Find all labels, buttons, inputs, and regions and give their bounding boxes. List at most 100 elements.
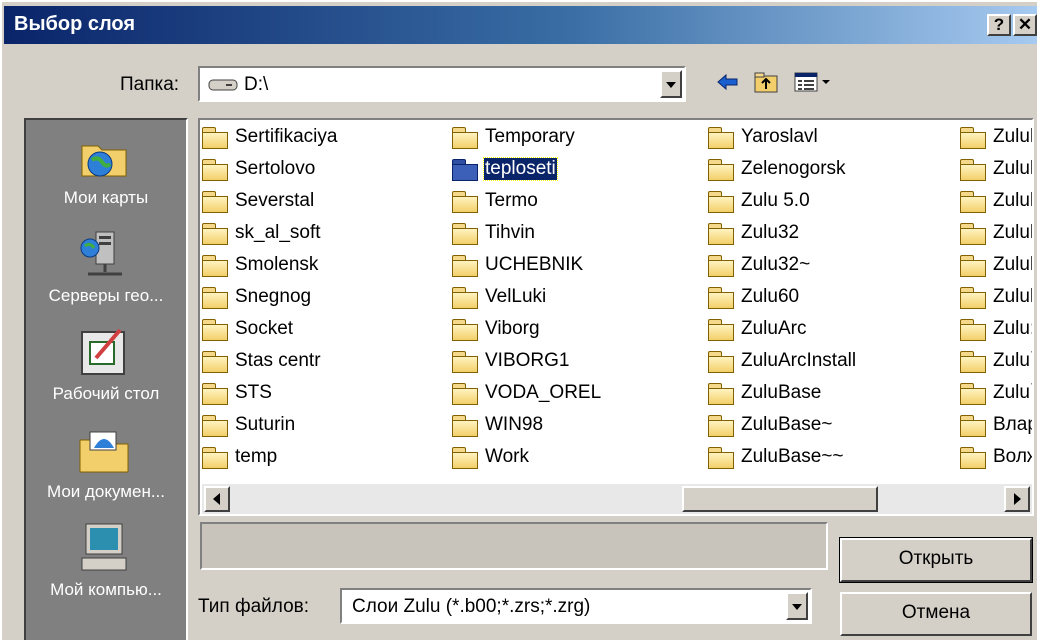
folder-icon [452, 191, 478, 213]
folder-icon [960, 383, 986, 405]
view-menu-icon[interactable] [792, 68, 832, 96]
folder-icon [708, 319, 734, 341]
folder-name: Zulul [993, 158, 1034, 179]
folder-name: ZuluBase~~ [741, 446, 844, 467]
place-my-maps[interactable]: Мои карты [26, 122, 186, 222]
open-button[interactable]: Открыть [839, 537, 1033, 583]
file-type-value: Слои Zulu (*.b00;*.zrs;*.zrg) [352, 596, 591, 617]
folder-icon [708, 159, 734, 181]
folder-name: Влар [993, 414, 1034, 435]
folder-icon [202, 255, 228, 277]
folder-icon [202, 223, 228, 245]
folder-icon [960, 447, 986, 469]
back-arrow-icon[interactable] [714, 68, 742, 96]
places-bar: Мои карты Серверы гео... Рабочий стол Мо… [24, 118, 188, 640]
scroll-left-button[interactable] [204, 486, 230, 512]
scroll-thumb[interactable] [682, 486, 878, 512]
folder-icon [708, 127, 734, 149]
folder-icon [708, 191, 734, 213]
folder-name: ZuluBase~ [741, 414, 833, 435]
scroll-right-button[interactable] [1004, 486, 1030, 512]
folder-name: Zulul [993, 286, 1034, 307]
folder-icon [202, 383, 228, 405]
help-button[interactable]: ? [987, 14, 1011, 36]
folder-icon [960, 127, 986, 149]
folder-icon [452, 223, 478, 245]
folder-icon [960, 159, 986, 181]
place-label: Мои карты [63, 188, 149, 207]
place-label: Рабочий стол [52, 384, 160, 403]
folder-icon [708, 351, 734, 373]
place-servers[interactable]: Серверы гео... [26, 220, 186, 320]
title-bar[interactable]: Выбор слоя ? ✕ [4, 6, 1037, 44]
folder-icon [202, 415, 228, 437]
folder-icon [708, 287, 734, 309]
folder-icon [202, 191, 228, 213]
folder-name: Work [485, 446, 529, 467]
my-computer-icon [81, 523, 127, 571]
folder-name: VelLuki [485, 286, 547, 307]
folder-name: Zelenogorsk [741, 158, 846, 179]
folder-value: D:\ [244, 74, 269, 95]
folder-name: UCHEBNIK [485, 254, 584, 275]
folder-name: ZuluBase [741, 382, 822, 403]
folder-name: Zulul [993, 254, 1034, 275]
folder-name: Zulul [993, 222, 1034, 243]
horizontal-scrollbar[interactable] [202, 484, 1032, 514]
folder-icon [202, 127, 228, 149]
place-desktop[interactable]: Рабочий стол [26, 318, 186, 418]
folder-name: temp [235, 446, 278, 467]
folder-icon [452, 319, 478, 341]
desktop-icon [81, 328, 125, 375]
folder-icon [202, 319, 228, 341]
folder-icon [960, 255, 986, 277]
place-my-documents[interactable]: Мои докумен... [26, 416, 186, 516]
file-name-field[interactable] [200, 522, 828, 570]
folder-name: STS [235, 382, 272, 403]
folder-name: VIBORG1 [485, 350, 570, 371]
place-my-computer[interactable]: Мой компью... [26, 514, 186, 614]
folder-name: Termo [485, 190, 538, 211]
folder-name: Zulu` [993, 382, 1034, 403]
folder-dropdown-arrow[interactable] [660, 70, 682, 98]
folder-icon [708, 383, 734, 405]
folder-name: Temporary [485, 126, 575, 147]
folder-name: Yaroslavl [741, 126, 818, 147]
folder-icon [452, 287, 478, 309]
folder-label: Папка: [120, 74, 180, 95]
up-folder-icon[interactable] [752, 68, 780, 96]
folder-icon [708, 415, 734, 437]
folder-icon [708, 255, 734, 277]
folder-icon [202, 447, 228, 469]
folder-name: Tihvin [485, 222, 535, 243]
folder-name: Sertifikaciya [235, 126, 338, 147]
folder-icon [452, 255, 478, 277]
file-list[interactable]: Sertifikaciya Sertolovo Severstal sk_al_sof… [198, 118, 1034, 516]
folder-name: Zulu32 [741, 222, 800, 243]
place-label: Серверы гео... [48, 286, 164, 305]
folder-name: Zulul [993, 190, 1034, 211]
folder-name: Zulu60 [741, 286, 800, 307]
file-type-dropdown-arrow[interactable] [786, 592, 808, 620]
close-button[interactable]: ✕ [1013, 14, 1037, 36]
folder-name: ZuluArc [741, 318, 807, 339]
folder-name: Волж [993, 446, 1032, 467]
place-label: Мой компью... [50, 580, 162, 599]
folder-combo[interactable]: D:\ [198, 66, 686, 102]
folder-name: Zulu` [993, 350, 1034, 371]
folder-icon [452, 447, 478, 469]
folder-name: VODA_OREL [485, 382, 602, 403]
folder-icon [452, 127, 478, 149]
folder-name: ZuluArcInstall [741, 350, 857, 371]
folder-name: Zulu: [993, 318, 1034, 339]
folder-name: Zulu32~ [741, 254, 811, 275]
file-type-combo[interactable]: Слои Zulu (*.b00;*.zrs;*.zrg) [340, 588, 812, 624]
my-maps-icon [81, 145, 127, 177]
folder-name: Stas centr [235, 350, 321, 371]
folder-name: Socket [235, 318, 294, 339]
folder-icon [960, 191, 986, 213]
cancel-button[interactable]: Отмена [840, 592, 1032, 636]
servers-icon [80, 231, 122, 276]
folder-name: Zulu 5.0 [741, 190, 810, 211]
folder-icon [960, 319, 986, 341]
